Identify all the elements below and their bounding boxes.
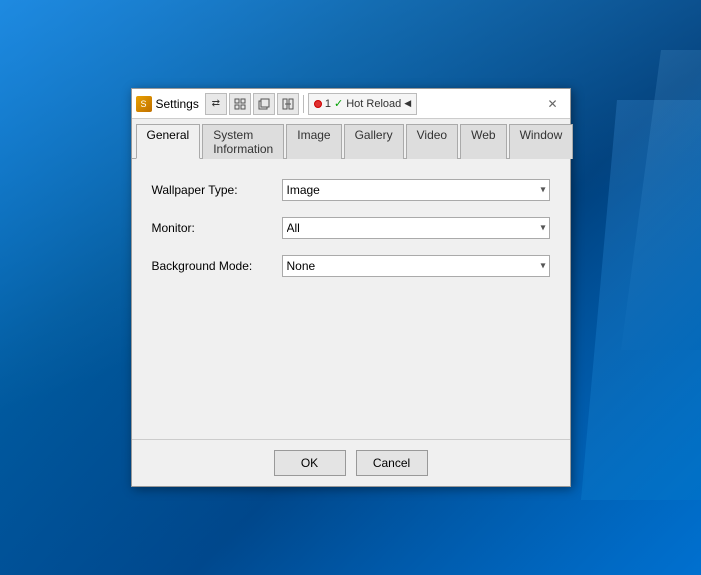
- tab-video[interactable]: Video: [406, 124, 458, 159]
- toolbar-separator: [303, 95, 304, 113]
- background-mode-select-wrapper: None Fill Fit Stretch Tile Center: [282, 255, 550, 277]
- close-button[interactable]: ✕: [540, 93, 566, 115]
- content-area: Wallpaper Type: Image Video Web Gallery …: [132, 159, 570, 439]
- title-bar: S Settings ⇄: [132, 89, 570, 119]
- wallpaper-type-select[interactable]: Image Video Web Gallery: [282, 179, 550, 201]
- toolbar-btn-view[interactable]: [229, 93, 251, 115]
- hot-reload-record-icon: [314, 100, 322, 108]
- wallpaper-type-label: Wallpaper Type:: [152, 183, 282, 197]
- monitor-label: Monitor:: [152, 221, 282, 235]
- background-mode-row: Background Mode: None Fill Fit Stretch T…: [152, 255, 550, 277]
- background-mode-select[interactable]: None Fill Fit Stretch Tile Center: [282, 255, 550, 277]
- toolbar-btn-refresh[interactable]: ⇄: [205, 93, 227, 115]
- toolbar: ⇄: [205, 93, 540, 115]
- wallpaper-type-select-wrapper: Image Video Web Gallery: [282, 179, 550, 201]
- ok-button[interactable]: OK: [274, 450, 346, 476]
- window-title: Settings: [156, 97, 199, 111]
- tab-window[interactable]: Window: [509, 124, 574, 159]
- monitor-select-wrapper: All Monitor 1 Monitor 2: [282, 217, 550, 239]
- tab-web[interactable]: Web: [460, 124, 506, 159]
- background-mode-label: Background Mode:: [152, 259, 282, 273]
- cancel-button[interactable]: Cancel: [356, 450, 428, 476]
- toolbar-btn-sync[interactable]: [277, 93, 299, 115]
- hot-reload-count: 1: [325, 98, 331, 110]
- monitor-select[interactable]: All Monitor 1 Monitor 2: [282, 217, 550, 239]
- hot-reload-badge: 1 ✓ Hot Reload ◀: [308, 93, 417, 115]
- tab-gallery[interactable]: Gallery: [344, 124, 404, 159]
- tab-bar: General System Information Image Gallery…: [132, 119, 570, 159]
- tab-general[interactable]: General: [136, 124, 201, 159]
- hot-reload-label: Hot Reload: [346, 98, 401, 110]
- hot-reload-check-icon: ✓: [334, 97, 343, 110]
- title-bar-controls: ✕: [540, 93, 566, 115]
- settings-window: S Settings ⇄: [131, 88, 571, 487]
- footer: OK Cancel: [132, 439, 570, 486]
- hot-reload-arrow-icon: ◀: [404, 98, 411, 109]
- toolbar-btn-duplicate[interactable]: [253, 93, 275, 115]
- monitor-row: Monitor: All Monitor 1 Monitor 2: [152, 217, 550, 239]
- tab-system-information[interactable]: System Information: [202, 124, 284, 159]
- app-icon-letter: S: [140, 99, 146, 109]
- wallpaper-type-row: Wallpaper Type: Image Video Web Gallery: [152, 179, 550, 201]
- tab-image[interactable]: Image: [286, 124, 341, 159]
- app-icon: S: [136, 96, 152, 112]
